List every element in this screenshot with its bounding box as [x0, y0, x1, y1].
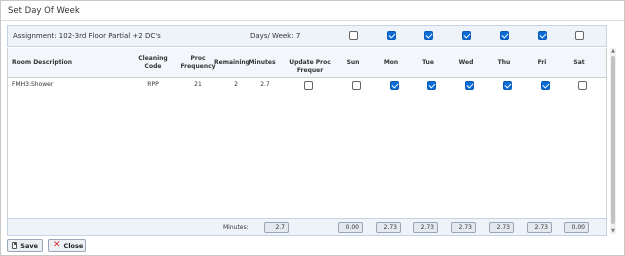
header-sun: Sun	[346, 59, 360, 66]
header-room-description: Room Description	[12, 59, 73, 66]
assign-sun-checkbox[interactable]	[349, 31, 358, 40]
row-fri-checkbox[interactable]	[541, 81, 550, 90]
header-sat: Sat	[573, 59, 585, 66]
assignment-bar: Assignment: 102-3rd Floor Partial +2 DC'…	[7, 25, 607, 47]
row-sat-checkbox[interactable]	[578, 81, 587, 90]
set-day-of-week-dialog: Set Day Of Week Assignment: 102-3rd Floo…	[0, 0, 625, 256]
header-thu: Thu	[497, 59, 511, 66]
cell-room-description: FMH3:Shower	[12, 81, 54, 88]
row-sun-checkbox[interactable]	[352, 81, 361, 90]
close-button[interactable]: ✕ Close	[48, 239, 86, 252]
scroll-up-icon[interactable]: ▲	[610, 48, 616, 54]
scroll-thumb[interactable]	[611, 56, 615, 224]
header-mon: Mon	[383, 59, 399, 66]
header-fri: Fri	[537, 59, 547, 66]
close-icon: ✕	[53, 240, 61, 250]
header-remaining: Remaining	[214, 59, 250, 66]
assign-wed-checkbox[interactable]	[462, 31, 471, 40]
days-per-week-label: Days/ Week: 7	[250, 32, 301, 40]
save-icon	[12, 242, 18, 249]
cell-remaining: 2	[234, 81, 238, 88]
header-proc-frequency: Proc Frequency	[180, 55, 216, 70]
row-update-proc-frequency-checkbox[interactable]	[304, 81, 313, 90]
minutes-total-value: 2.7	[264, 222, 289, 233]
scroll-down-icon[interactable]: ▼	[610, 228, 616, 234]
row-tue-checkbox[interactable]	[427, 81, 436, 90]
row-thu-checkbox[interactable]	[503, 81, 512, 90]
minutes-totals-bar: Minutes: 2.7 0.00 2.73 2.73 2.73 2.73 2.…	[7, 218, 607, 236]
sat-total-value: 0.00	[564, 222, 589, 233]
thu-total-value: 2.73	[489, 222, 514, 233]
header-cleaning-code: Cleaning Code	[138, 55, 168, 70]
assign-sat-checkbox[interactable]	[575, 31, 584, 40]
dialog-title: Set Day Of Week	[8, 6, 80, 16]
sun-total-value: 0.00	[338, 222, 363, 233]
minutes-total-label: Minutes:	[223, 224, 249, 231]
vertical-scrollbar[interactable]: ▲ ▼	[610, 48, 616, 234]
row-wed-checkbox[interactable]	[465, 81, 474, 90]
cell-minutes: 2.7	[260, 81, 270, 88]
cell-cleaning-code: RPP	[147, 81, 159, 88]
assign-thu-checkbox[interactable]	[500, 31, 509, 40]
header-wed: Wed	[458, 59, 474, 66]
header-tue: Tue	[422, 59, 434, 66]
save-button[interactable]: Save	[7, 239, 43, 252]
row-mon-checkbox[interactable]	[390, 81, 399, 90]
wed-total-value: 2.73	[451, 222, 476, 233]
header-minutes: Minutes	[248, 59, 276, 66]
fri-total-value: 2.73	[527, 222, 552, 233]
close-button-label: Close	[63, 241, 84, 250]
table-row[interactable]: FMH3:Shower RPP 21 2 2.7	[8, 79, 606, 93]
assign-mon-checkbox[interactable]	[387, 31, 396, 40]
header-update-proc-frequency: Update Proc Frequer	[289, 59, 331, 74]
room-grid: Room Description Cleaning Code Proc Freq…	[7, 48, 607, 218]
assign-fri-checkbox[interactable]	[538, 31, 547, 40]
cell-proc-frequency: 21	[194, 81, 202, 88]
save-button-label: Save	[20, 241, 38, 250]
title-bar: Set Day Of Week	[1, 1, 624, 21]
tue-total-value: 2.73	[413, 222, 438, 233]
mon-total-value: 2.73	[376, 222, 401, 233]
assignment-label: Assignment: 102-3rd Floor Partial +2 DC'…	[13, 32, 161, 40]
assign-tue-checkbox[interactable]	[424, 31, 433, 40]
grid-header: Room Description Cleaning Code Proc Freq…	[8, 48, 606, 78]
